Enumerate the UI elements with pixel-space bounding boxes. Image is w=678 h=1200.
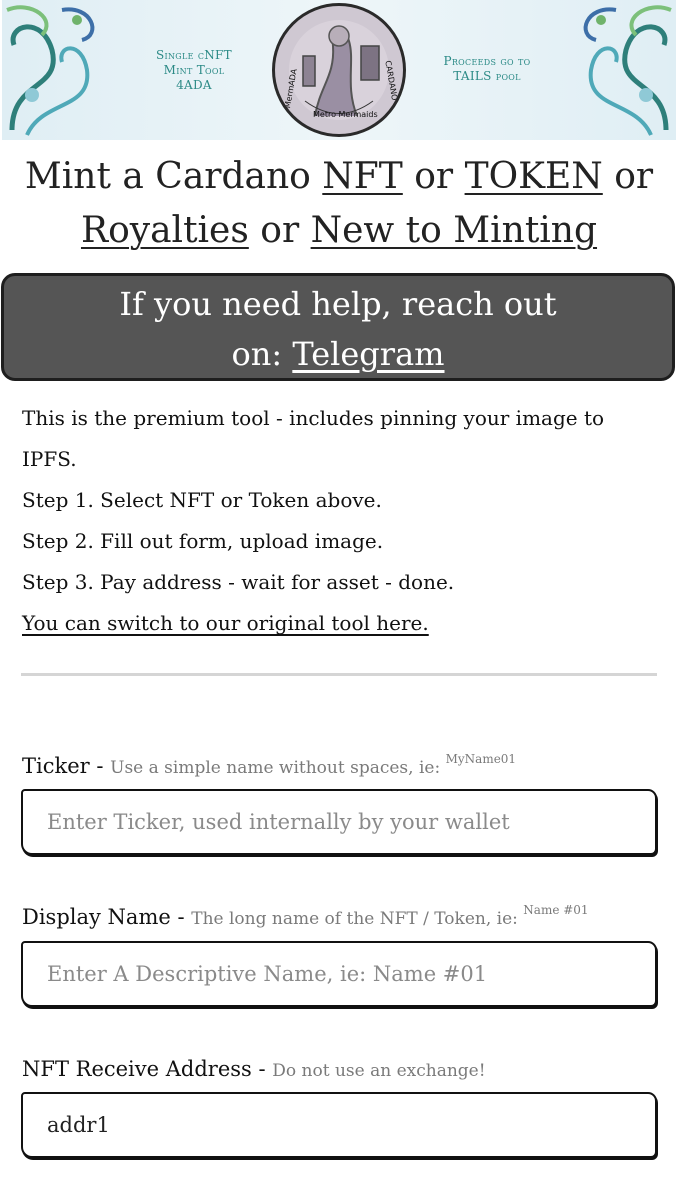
ticker-label: Ticker - Use a simple name without space… — [22, 752, 517, 778]
seal-text-bottom: Metro Mermaids — [313, 110, 378, 119]
ticker-input[interactable] — [21, 789, 657, 855]
token-link[interactable]: TOKEN — [465, 156, 603, 197]
display-name-label: Display Name - The long name of the NFT … — [22, 903, 589, 929]
header-banner: Single cNFT Mint Tool 4ADA Metro Mermaid… — [2, 0, 676, 140]
royalties-link[interactable]: Royalties — [81, 210, 249, 251]
banner-left-text: Single cNFT Mint Tool 4ADA — [156, 48, 232, 92]
help-text-line2: on: Telegram — [231, 335, 445, 373]
help-text-line1: If you need help, reach out — [119, 285, 557, 323]
display-name-hint: The long name of the NFT / Token, ie: — [191, 909, 524, 929]
decorative-swirl-right — [583, 5, 672, 136]
nft-link[interactable]: NFT — [322, 156, 403, 197]
banner-right-text: Proceeds go to TAILS pool — [443, 54, 531, 83]
telegram-link[interactable]: Telegram — [292, 335, 444, 373]
help-banner: If you need help, reach out on: Telegram — [1, 273, 675, 381]
metro-mermaids-logo: Metro Mermaids MermADA CARDANO — [272, 3, 406, 137]
instructions: This is the premium tool - includes pinn… — [22, 398, 662, 644]
ticker-example: MyName01 — [445, 752, 517, 766]
new-to-minting-link[interactable]: New to Minting — [311, 210, 597, 251]
instructions-step-1: Step 1. Select NFT or Token above. — [22, 488, 382, 512]
receive-address-hint: Do not use an exchange! — [272, 1061, 486, 1081]
display-name-example: Name #01 — [523, 903, 589, 917]
instructions-step-3: Step 3. Pay address - wait for asset - d… — [22, 570, 455, 594]
section-divider — [21, 673, 657, 676]
instructions-step-2: Step 2. Fill out form, upload image. — [22, 529, 384, 553]
page-title: Mint a Cardano NFT or TOKEN or Royalties… — [24, 156, 654, 251]
decorative-swirl-left — [6, 5, 95, 136]
ticker-hint: Use a simple name without spaces, ie: — [110, 758, 446, 778]
receive-address-input[interactable] — [21, 1092, 657, 1158]
receive-address-label: NFT Receive Address - Do not use an exch… — [22, 1057, 486, 1081]
instructions-intro: This is the premium tool - includes pinn… — [22, 406, 605, 471]
original-tool-link[interactable]: You can switch to our original tool here… — [22, 611, 429, 635]
display-name-input[interactable] — [21, 941, 657, 1007]
